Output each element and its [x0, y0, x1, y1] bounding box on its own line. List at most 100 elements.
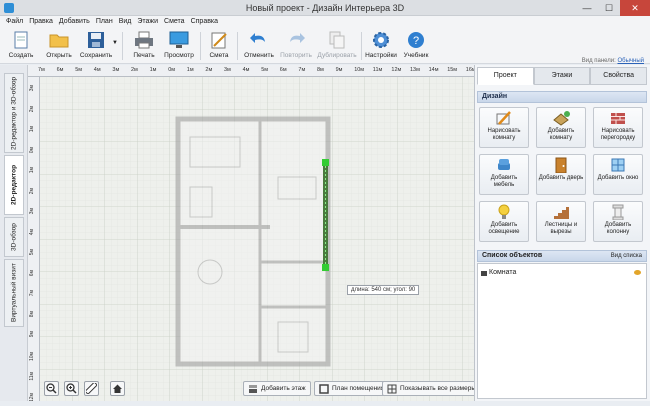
menu-view[interactable]: Вид: [119, 16, 132, 28]
add-lighting-button[interactable]: Добавить освещение: [479, 201, 529, 242]
ruler-h-label: 4м: [93, 67, 101, 73]
menu-bar: Файл Правка Добавить План Вид Этажи Смет…: [0, 16, 650, 28]
window-icon: [611, 158, 625, 172]
add-column-button[interactable]: Добавить колонну: [593, 201, 643, 242]
ruler-v-label: 1м: [29, 167, 35, 174]
ruler-icon: [86, 383, 97, 394]
menu-file[interactable]: Файл: [6, 16, 23, 28]
zoom-in-button[interactable]: [64, 381, 79, 396]
ruler-h-label: 16м: [465, 67, 474, 73]
object-list: Комната: [477, 263, 647, 399]
add-door-button[interactable]: Добавить дверь: [536, 154, 586, 195]
add-floor-button[interactable]: Добавить этаж: [243, 381, 311, 396]
ruler-v-label: 4м: [29, 228, 35, 235]
ruler-tool-button[interactable]: [84, 381, 99, 396]
tab-virtual-visit[interactable]: Виртуальный визит: [4, 259, 24, 327]
add-room-icon: [553, 111, 570, 126]
svg-text:?: ?: [413, 35, 419, 47]
save-button[interactable]: Сохранить: [78, 30, 114, 59]
list-view-toggle[interactable]: Вид списка: [611, 251, 642, 261]
gear-icon: [373, 32, 389, 48]
redo-button[interactable]: Повторить: [278, 30, 314, 59]
ruler-v-label: 2м: [29, 105, 35, 112]
print-button[interactable]: Печать: [128, 30, 160, 59]
ruler-h-label: 2м: [205, 67, 213, 73]
vertical-ruler: 3м 2м 1м 0м 1м 2м 3м 4м 5м 6м 7м 8м 9м 10м 11м 12м: [28, 77, 40, 401]
home-button[interactable]: [110, 381, 125, 396]
duplicate-button[interactable]: Дублировать: [316, 30, 358, 59]
ruler-h-label: 10м: [354, 67, 365, 73]
design-header: Дизайн: [477, 91, 647, 103]
add-window-button[interactable]: Добавить окно: [593, 154, 643, 195]
tutorial-button[interactable]: ? Учебник: [400, 30, 432, 59]
ruler-v-label: 0м: [29, 146, 35, 153]
door-icon: [555, 157, 567, 174]
panel-view: Вид панели: Обычный: [581, 58, 644, 64]
home-icon: [113, 384, 122, 393]
ruler-v-label: 12м: [29, 392, 35, 402]
create-button[interactable]: Создать: [6, 30, 36, 59]
list-item[interactable]: Комната: [481, 267, 643, 279]
floppy-disk-icon: [88, 32, 104, 48]
menu-add[interactable]: Добавить: [59, 16, 90, 28]
room-plan-button[interactable]: План помещения: [314, 381, 390, 396]
tab-project[interactable]: Проект: [477, 67, 534, 85]
open-button[interactable]: Открыть: [42, 30, 76, 59]
ruler-h-label: 13м: [410, 67, 420, 73]
ruler-v-label: 3м: [29, 85, 35, 92]
object-list-header: Список объектов Вид списка: [477, 250, 647, 262]
ruler-v-label: 11м: [29, 372, 35, 381]
ruler-v-label: 7м: [29, 290, 35, 297]
floor-plan: [40, 77, 474, 401]
menu-edit[interactable]: Правка: [29, 16, 53, 28]
ruler-v-label: 9м: [29, 331, 35, 338]
draw-room-button[interactable]: Нарисовать комнату: [479, 107, 529, 148]
ruler-h-label: 6м: [279, 67, 287, 73]
panel-view-link[interactable]: Обычный: [617, 58, 644, 64]
stairs-cutouts-button[interactable]: Лестницы и вырезы: [536, 201, 586, 242]
stairs-icon: [554, 207, 569, 219]
menu-floors[interactable]: Этажи: [137, 16, 158, 28]
maximize-button[interactable]: ☐: [598, 0, 620, 16]
save-dropdown-icon[interactable]: ▼: [112, 40, 118, 46]
wall-handle-bottom: [322, 264, 329, 271]
ruler-h-label: 8м: [317, 67, 324, 73]
show-dimensions-button[interactable]: Показывать все размеры: [382, 381, 482, 396]
tab-properties[interactable]: Свойства: [590, 67, 648, 85]
room-plan-icon: [319, 383, 329, 394]
minimize-button[interactable]: —: [576, 0, 598, 16]
ruler-v-label: 2м: [29, 187, 35, 194]
zoom-out-button[interactable]: [44, 381, 59, 396]
add-furniture-button[interactable]: Добавить мебель: [479, 154, 529, 195]
draw-partition-button[interactable]: Нарисовать перегородку: [593, 107, 643, 148]
ruler-v-label: 8м: [29, 310, 35, 317]
background-plan-image: [175, 116, 331, 367]
ruler-h-label: 14м: [428, 67, 439, 73]
ruler-h-label: 5м: [261, 67, 269, 73]
tab-2d-3d[interactable]: 2D-редактор и 3D-обзор: [4, 73, 24, 153]
new-document-icon: [14, 31, 28, 49]
duplicate-icon: [329, 31, 345, 49]
pencil-room-icon: [496, 111, 511, 125]
menu-plan[interactable]: План: [96, 16, 113, 28]
close-button[interactable]: ✕: [620, 0, 650, 16]
ruler-h-label: 5м: [75, 67, 83, 73]
left-view-tabs: 2D-редактор и 3D-обзор 2D-редактор 3D-об…: [0, 65, 28, 401]
ruler-v-label: 5м: [29, 249, 35, 256]
undo-button[interactable]: Отменить: [241, 30, 277, 59]
settings-button[interactable]: Настройки: [364, 30, 398, 59]
ruler-v-label: 10м: [29, 351, 35, 361]
estimate-button[interactable]: Смета: [204, 30, 234, 59]
visibility-eye-icon[interactable]: [634, 270, 641, 275]
tab-floors[interactable]: Этажи: [533, 67, 591, 85]
menu-estimate[interactable]: Смета: [164, 16, 185, 28]
menu-help[interactable]: Справка: [191, 16, 218, 28]
ruler-v-label: 1м: [29, 126, 35, 133]
ruler-h-label: 1м: [149, 67, 157, 73]
tab-3d-view[interactable]: 3D-обзор: [4, 217, 24, 257]
tab-2d-editor[interactable]: 2D-редактор: [4, 155, 24, 215]
add-room-button[interactable]: Добавить комнату: [536, 107, 586, 148]
preview-button[interactable]: Просмотр: [162, 30, 196, 59]
add-floor-icon: [249, 384, 257, 393]
plan-canvas[interactable]: [40, 77, 474, 401]
